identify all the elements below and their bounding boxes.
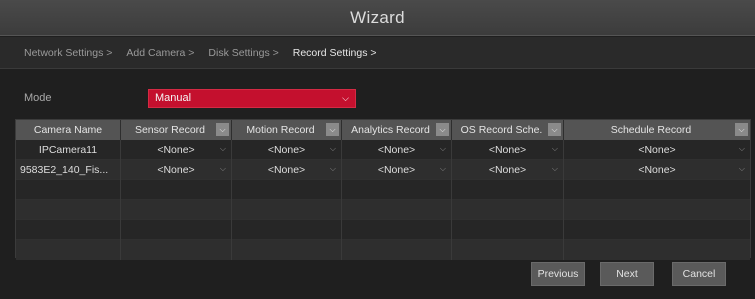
chevron-down-icon[interactable]: ⌵ bbox=[735, 123, 748, 136]
chevron-down-icon: ⌵ bbox=[329, 164, 336, 173]
sensor-record-select[interactable]: <None> ⌵ bbox=[121, 160, 232, 180]
previous-button[interactable]: Previous bbox=[531, 262, 585, 286]
chevron-down-icon: ⌵ bbox=[738, 144, 745, 153]
column-header-sensor-record[interactable]: Sensor Record ⌵ bbox=[121, 120, 232, 140]
mode-label: Mode bbox=[24, 92, 52, 104]
schedule-record-select[interactable]: <None> ⌵ bbox=[564, 160, 750, 180]
chevron-down-icon[interactable]: ⌵ bbox=[436, 123, 449, 136]
sensor-record-select[interactable]: <None> ⌵ bbox=[121, 140, 232, 160]
title-bar: Wizard bbox=[0, 0, 755, 36]
column-header-camera-name: Camera Name bbox=[16, 120, 121, 140]
cancel-button[interactable]: Cancel bbox=[672, 262, 726, 286]
table-row-empty bbox=[16, 220, 750, 240]
chevron-down-icon: ⌵ bbox=[342, 92, 349, 103]
table-row-empty bbox=[16, 240, 750, 260]
analytics-record-select[interactable]: <None> ⌵ bbox=[342, 140, 452, 160]
analytics-record-select[interactable]: <None> ⌵ bbox=[342, 160, 452, 180]
chevron-down-icon[interactable]: ⌵ bbox=[326, 123, 339, 136]
window-title: Wizard bbox=[350, 7, 405, 27]
chevron-down-icon: ⌵ bbox=[219, 164, 226, 173]
column-header-os-record-schedule[interactable]: OS Record Sche. ⌵ bbox=[452, 120, 564, 140]
table-row-empty bbox=[16, 200, 750, 220]
column-header-motion-record[interactable]: Motion Record ⌵ bbox=[232, 120, 342, 140]
chevron-down-icon: ⌵ bbox=[551, 164, 558, 173]
record-settings-table: Camera Name Sensor Record ⌵ Motion Record… bbox=[15, 119, 751, 260]
table-row-empty bbox=[16, 180, 750, 200]
step-add-camera[interactable]: Add Camera > bbox=[126, 47, 194, 59]
chevron-down-icon[interactable]: ⌵ bbox=[548, 123, 561, 136]
table-header: Camera Name Sensor Record ⌵ Motion Record… bbox=[16, 120, 750, 140]
chevron-down-icon: ⌵ bbox=[439, 164, 446, 173]
os-record-schedule-select[interactable]: <None> ⌵ bbox=[452, 160, 564, 180]
motion-record-select[interactable]: <None> ⌵ bbox=[232, 140, 342, 160]
chevron-down-icon[interactable]: ⌵ bbox=[216, 123, 229, 136]
mode-select[interactable]: Manual ⌵ bbox=[148, 88, 356, 108]
column-header-schedule-record[interactable]: Schedule Record ⌵ bbox=[564, 120, 750, 140]
mode-select-value: Manual bbox=[155, 92, 192, 104]
chevron-down-icon: ⌵ bbox=[551, 144, 558, 153]
chevron-down-icon: ⌵ bbox=[219, 144, 226, 153]
schedule-record-select[interactable]: <None> ⌵ bbox=[564, 140, 750, 160]
chevron-down-icon: ⌵ bbox=[738, 164, 745, 173]
camera-name-cell: 9583E2_140_Fis... bbox=[16, 160, 121, 180]
column-header-analytics-record[interactable]: Analytics Record ⌵ bbox=[342, 120, 452, 140]
motion-record-select[interactable]: <None> ⌵ bbox=[232, 160, 342, 180]
chevron-down-icon: ⌵ bbox=[439, 144, 446, 153]
chevron-down-icon: ⌵ bbox=[329, 144, 336, 153]
camera-name-cell: IPCamera11 bbox=[16, 140, 121, 160]
wizard-window: Wizard Network Settings > Add Camera > D… bbox=[0, 0, 755, 299]
next-button[interactable]: Next bbox=[600, 262, 654, 286]
table-row[interactable]: IPCamera11 <None> ⌵ <None> ⌵ <None> ⌵ <None… bbox=[16, 140, 750, 160]
os-record-schedule-select[interactable]: <None> ⌵ bbox=[452, 140, 564, 160]
step-record-settings[interactable]: Record Settings > bbox=[293, 47, 377, 59]
wizard-steps: Network Settings > Add Camera > Disk Set… bbox=[0, 37, 755, 69]
mode-row: Mode Manual ⌵ bbox=[24, 88, 364, 108]
table-row[interactable]: 9583E2_140_Fis... <None> ⌵ <None> ⌵ <None>… bbox=[16, 160, 750, 180]
step-disk-settings[interactable]: Disk Settings > bbox=[208, 47, 278, 59]
step-network-settings[interactable]: Network Settings > bbox=[24, 47, 112, 59]
